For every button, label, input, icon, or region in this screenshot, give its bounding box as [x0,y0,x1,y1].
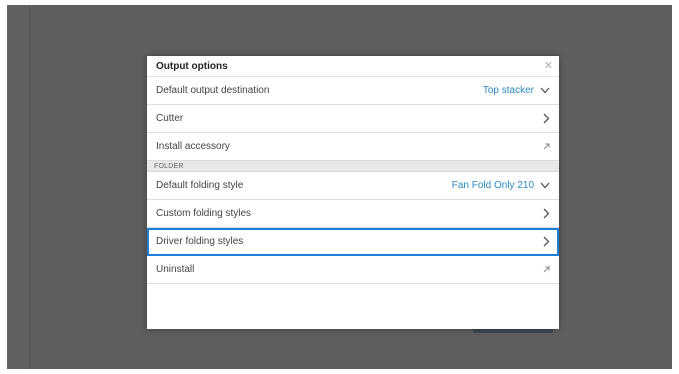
row-control: Top stacker [483,85,550,96]
section-label: FOLDER [154,162,184,170]
output-options-dialog: Output options ✕ Default output destinat… [147,56,559,329]
row-value: Fan Fold Only 210 [451,180,534,191]
external-arrow-icon[interactable] [543,266,550,273]
row-control: Fan Fold Only 210 [452,180,550,191]
chevron-right-icon[interactable] [543,113,550,124]
row-uninstall[interactable]: Uninstall [147,256,559,284]
row-label: Install accessory [156,141,230,152]
dialog-title: Output options [156,60,228,72]
row-label: Driver folding styles [156,236,244,247]
row-driver-folding-styles[interactable]: Driver folding styles [147,228,559,256]
row-value: Top stacker [482,85,534,96]
row-label: Uninstall [156,264,195,275]
row-cutter[interactable]: Cutter [147,105,559,133]
row-install-accessory[interactable]: Install accessory [147,133,559,161]
device-screen: Output options ✕ Default output destinat… [7,5,672,369]
row-default-folding-style[interactable]: Default folding style Fan Fold Only 210 [147,172,559,200]
external-arrow-icon[interactable] [543,143,550,150]
row-custom-folding-styles[interactable]: Custom folding styles [147,200,559,228]
row-label: Custom folding styles [156,208,252,219]
chevron-right-icon[interactable] [543,236,550,247]
chevron-down-icon[interactable] [540,182,550,189]
section-header-folder: FOLDER [147,161,559,172]
chevron-right-icon[interactable] [543,208,550,219]
row-label: Default folding style [156,180,244,191]
row-label: Default output destination [156,85,270,96]
row-default-output-destination[interactable]: Default output destination Top stacker [147,77,559,105]
row-label: Cutter [156,113,184,124]
dialog-header: Output options ✕ [147,56,559,77]
screen-edge-strip [7,5,30,369]
chevron-down-icon[interactable] [540,87,550,94]
close-icon[interactable]: ✕ [544,60,553,72]
